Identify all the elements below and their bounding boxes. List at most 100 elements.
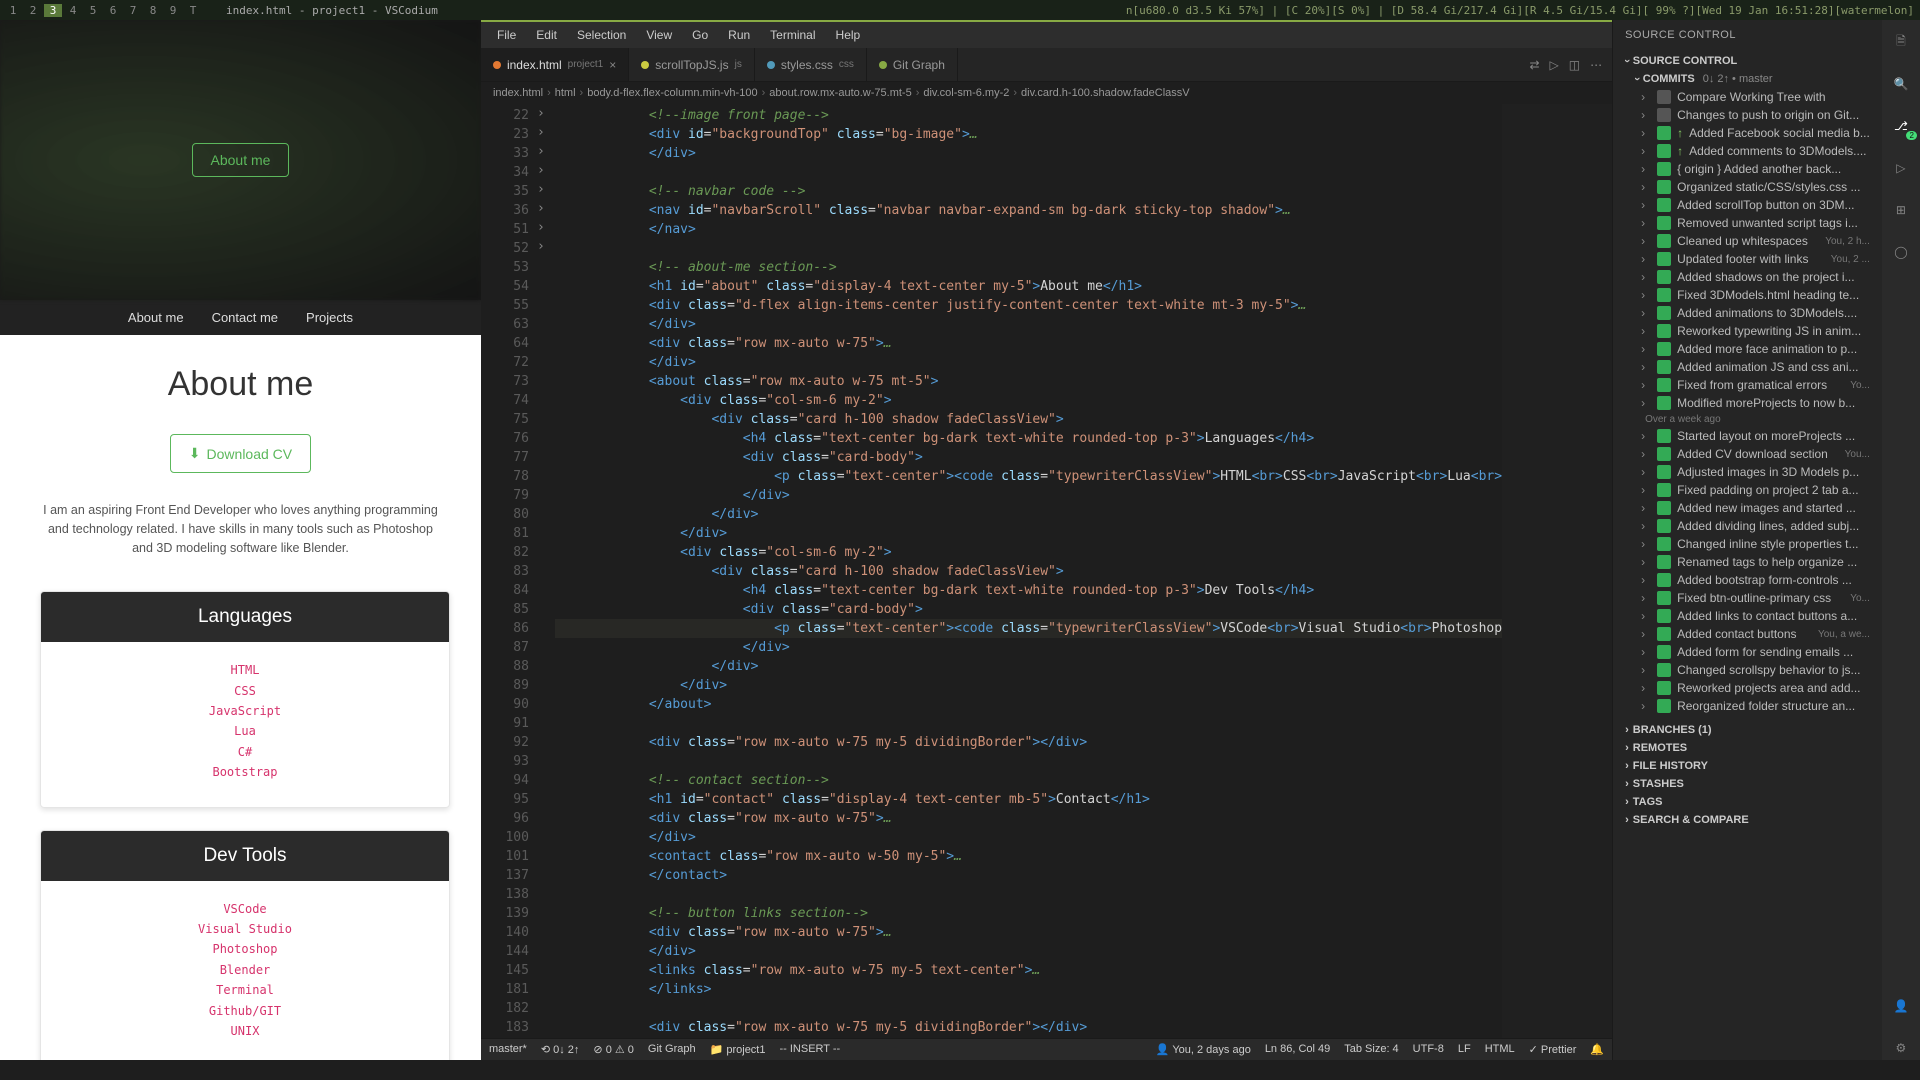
commit-item[interactable]: Renamed tags to help organize ... (1621, 553, 1874, 571)
breadcrumb[interactable]: index.html›html›body.d-flex.flex-column.… (481, 82, 1612, 104)
workspace-1[interactable]: 1 (4, 4, 22, 17)
commit-item[interactable]: ↑Added comments to 3DModels.... (1621, 142, 1874, 160)
breadcrumb-item[interactable]: about.row.mx-auto.w-75.mt-5 (769, 87, 911, 99)
commit-item[interactable]: ↑Added Facebook social media b... (1621, 124, 1874, 142)
commit-item[interactable]: Fixed padding on project 2 tab a... (1621, 481, 1874, 499)
commit-item[interactable]: { origin } Added another back... (1621, 160, 1874, 178)
more-icon[interactable]: ⋯ (1590, 58, 1602, 72)
status-item[interactable]: Ln 86, Col 49 (1265, 1043, 1330, 1056)
status-item[interactable]: 🔔 (1590, 1043, 1604, 1056)
commit-item[interactable]: Reworked typewriting JS in anim... (1621, 322, 1874, 340)
menu-view[interactable]: View (638, 26, 680, 44)
commit-item[interactable]: Reorganized folder structure an... (1621, 697, 1874, 715)
tab-styles-css[interactable]: styles.csscss (755, 48, 867, 81)
debug-icon[interactable]: ▷ (1889, 156, 1913, 180)
split-icon[interactable]: ◫ (1569, 58, 1580, 72)
hero-about-button[interactable]: About me (192, 143, 290, 177)
status-item[interactable]: -- INSERT -- (779, 1043, 840, 1056)
breadcrumb-item[interactable]: body.d-flex.flex-column.min-vh-100 (587, 87, 757, 99)
menu-terminal[interactable]: Terminal (762, 26, 823, 44)
breadcrumb-item[interactable]: index.html (493, 87, 543, 99)
commit-item[interactable]: Added animation JS and css ani... (1621, 358, 1874, 376)
commit-item[interactable]: Added CV download sectionYou... (1621, 445, 1874, 463)
menu-help[interactable]: Help (828, 26, 869, 44)
tab-Git-Graph[interactable]: Git Graph (867, 48, 958, 81)
commit-item[interactable]: Added contact buttonsYou, a we... (1621, 625, 1874, 643)
commit-item[interactable]: Added form for sending emails ... (1621, 643, 1874, 661)
commit-item[interactable]: Added animations to 3DModels.... (1621, 304, 1874, 322)
scm-section[interactable]: TAGS (1621, 793, 1874, 811)
breadcrumb-item[interactable]: div.card.h-100.shadow.fadeClassV (1021, 87, 1190, 99)
run-icon[interactable]: ▷ (1550, 58, 1559, 72)
commit-item[interactable]: Added shadows on the project i... (1621, 268, 1874, 286)
commit-item[interactable]: Added more face animation to p... (1621, 340, 1874, 358)
workspace-5[interactable]: 5 (84, 4, 102, 17)
workspace-6[interactable]: 6 (104, 4, 122, 17)
source-control-icon[interactable]: ⎇2 (1889, 114, 1913, 138)
account-icon[interactable]: 👤 (1889, 994, 1913, 1018)
close-icon[interactable]: × (609, 58, 616, 72)
commit-item[interactable]: Reworked projects area and add... (1621, 679, 1874, 697)
scm-section[interactable]: REMOTES (1621, 739, 1874, 757)
status-item[interactable]: ⟲ 0↓ 2↑ (541, 1043, 580, 1056)
commit-item[interactable]: Fixed from gramatical errorsYo... (1621, 376, 1874, 394)
nav-link[interactable]: Projects (306, 310, 353, 325)
status-item[interactable]: UTF-8 (1413, 1043, 1444, 1056)
commit-item[interactable]: Removed unwanted script tags i... (1621, 214, 1874, 232)
scm-section[interactable]: BRANCHES (1) (1621, 721, 1874, 739)
minimap[interactable] (1502, 104, 1612, 1038)
workspace-7[interactable]: 7 (124, 4, 142, 17)
status-item[interactable]: Tab Size: 4 (1344, 1043, 1398, 1056)
menu-run[interactable]: Run (720, 26, 758, 44)
settings-icon[interactable]: ⚙ (1889, 1036, 1913, 1060)
tab-scrollTopJS-js[interactable]: scrollTopJS.jsjs (629, 48, 755, 81)
menu-file[interactable]: File (489, 26, 524, 44)
scm-section[interactable]: STASHES (1621, 775, 1874, 793)
workspace-9[interactable]: 9 (164, 4, 182, 17)
status-item[interactable]: HTML (1485, 1043, 1515, 1056)
scm-section[interactable]: FILE HISTORY (1621, 757, 1874, 775)
commit-item[interactable]: Added scrollTop button on 3DM... (1621, 196, 1874, 214)
status-item[interactable]: ✓ Prettier (1529, 1043, 1577, 1056)
tab-index-html[interactable]: index.htmlproject1× (481, 48, 629, 81)
status-item[interactable]: Git Graph (648, 1043, 696, 1056)
workspace-3[interactable]: 3 (44, 4, 62, 17)
commit-item[interactable]: Started layout on moreProjects ... (1621, 427, 1874, 445)
workspace-4[interactable]: 4 (64, 4, 82, 17)
status-item[interactable]: LF (1458, 1043, 1471, 1056)
workspace-8[interactable]: 8 (144, 4, 162, 17)
download-cv-button[interactable]: ⬇ Download CV (170, 434, 311, 473)
scm-section-header[interactable]: SOURCE CONTROL (1621, 52, 1874, 70)
menu-edit[interactable]: Edit (528, 26, 565, 44)
nav-link[interactable]: Contact me (212, 310, 278, 325)
scm-compare-item[interactable]: Changes to push to origin on Git... (1621, 106, 1874, 124)
commit-item[interactable]: Fixed 3DModels.html heading te... (1621, 286, 1874, 304)
status-item[interactable]: ⊘ 0 ⚠ 0 (593, 1043, 633, 1056)
code-editor[interactable]: 2223333435365152535455636472737475767778… (481, 104, 1612, 1038)
commit-item[interactable]: Organized static/CSS/styles.css ... (1621, 178, 1874, 196)
breadcrumb-item[interactable]: div.col-sm-6.my-2 (923, 87, 1009, 99)
compare-icon[interactable]: ⇄ (1529, 58, 1539, 72)
breadcrumb-item[interactable]: html (555, 87, 576, 99)
scm-section[interactable]: SEARCH & COMPARE (1621, 811, 1874, 829)
commit-item[interactable]: Added new images and started ... (1621, 499, 1874, 517)
commit-item[interactable]: Cleaned up whitespacesYou, 2 h... (1621, 232, 1874, 250)
menu-selection[interactable]: Selection (569, 26, 634, 44)
commits-header[interactable]: COMMITS 0↓ 2↑ • master (1621, 70, 1874, 88)
status-item[interactable]: master* (489, 1043, 527, 1056)
status-item[interactable]: 📁 project1 (710, 1043, 766, 1056)
commit-item[interactable]: Changed inline style properties t... (1621, 535, 1874, 553)
files-icon[interactable]: 🗎 (1889, 30, 1913, 54)
scm-compare-item[interactable]: Compare Working Tree with (1621, 88, 1874, 106)
nav-link[interactable]: About me (128, 310, 184, 325)
menu-go[interactable]: Go (684, 26, 716, 44)
workspace-T[interactable]: T (184, 4, 202, 17)
commit-item[interactable]: Changed scrollspy behavior to js... (1621, 661, 1874, 679)
github-icon[interactable]: ◯ (1889, 240, 1913, 264)
search-icon[interactable]: 🔍 (1889, 72, 1913, 96)
commit-item[interactable]: Added bootstrap form-controls ... (1621, 571, 1874, 589)
commit-item[interactable]: Added dividing lines, added subj... (1621, 517, 1874, 535)
commit-item[interactable]: Updated footer with linksYou, 2 ... (1621, 250, 1874, 268)
commit-item[interactable]: Adjusted images in 3D Models p... (1621, 463, 1874, 481)
extensions-icon[interactable]: ⊞ (1889, 198, 1913, 222)
